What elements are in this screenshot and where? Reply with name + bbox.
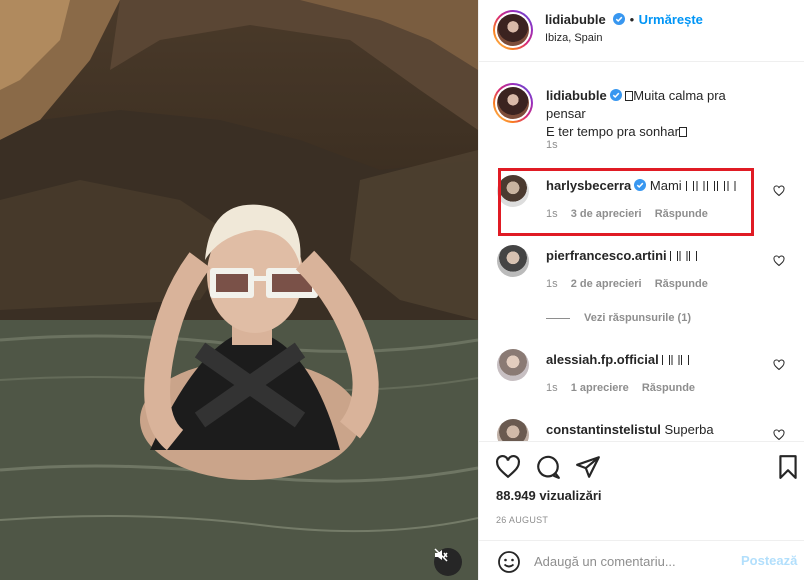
verified-badge-icon — [613, 13, 626, 25]
post-comment-button[interactable]: Postează — [741, 553, 797, 568]
replies-divider — [546, 317, 570, 319]
heart-icon[interactable] — [773, 185, 785, 197]
heart-icon[interactable] — [773, 255, 785, 267]
commenter-username[interactable]: constantinstelistul — [546, 422, 661, 437]
caption-line-2: E ter tempo pra sonhar — [546, 124, 679, 139]
post-details-panel: lidiabuble • Urmărește Ibiza, Spain lidi… — [478, 0, 804, 580]
follow-button[interactable]: Urmărește — [639, 12, 703, 27]
comment-likes[interactable]: 2 de aprecieri — [571, 278, 642, 290]
caption-username[interactable]: lidiabuble — [546, 88, 607, 103]
post-video[interactable] — [0, 0, 478, 580]
muted-speaker-icon — [434, 548, 448, 562]
comment-bar: Postează — [479, 540, 804, 580]
share-icon[interactable] — [575, 454, 601, 480]
emoji-icon[interactable] — [497, 550, 521, 574]
post-header: lidiabuble • Urmărește Ibiza, Spain — [479, 0, 804, 62]
view-replies-label: Vezi răspunsurile (1) — [584, 312, 691, 324]
comment-meta: 1s 1 apreciere Răspunde — [546, 382, 705, 394]
commenter-username[interactable]: alessiah.fp.official — [546, 352, 659, 367]
reply-button[interactable]: Răspunde — [655, 278, 708, 290]
mute-button[interactable] — [434, 548, 462, 576]
reply-button[interactable]: Răspunde — [642, 382, 695, 394]
comment-likes[interactable]: 1 apreciere — [571, 382, 629, 394]
comment-text: alessiah.fp.official — [546, 351, 766, 369]
view-count[interactable]: 88.949 vizualizări — [496, 488, 602, 503]
comments-list[interactable]: lidiabuble Muita calma pra pensar E ter … — [479, 63, 804, 441]
comment-input[interactable] — [534, 550, 734, 572]
view-replies-button[interactable]: Vezi răspunsurile (1) — [546, 312, 691, 324]
bookmark-icon[interactable] — [775, 454, 801, 480]
video-frame — [0, 0, 478, 580]
caption-avatar[interactable] — [493, 83, 533, 123]
heart-icon[interactable] — [773, 359, 785, 371]
author-username[interactable]: lidiabuble — [545, 12, 606, 27]
heart-icon[interactable] — [773, 429, 785, 441]
commenter-avatar[interactable] — [497, 349, 529, 381]
comment-text: constantinstelistul Superba — [546, 421, 766, 439]
commenter-avatar[interactable] — [497, 245, 529, 277]
caption-text: lidiabuble Muita calma pra pensar E ter … — [546, 87, 766, 141]
heart-icon[interactable] — [495, 454, 521, 480]
commenter-username[interactable]: pierfrancesco.artini — [546, 248, 667, 263]
comment-time[interactable]: 1s — [546, 278, 558, 290]
verified-badge-icon — [609, 89, 622, 101]
comment-icon[interactable] — [535, 454, 561, 480]
comment-text: pierfrancesco.artini — [546, 247, 766, 265]
caption-time[interactable]: 1s — [546, 139, 558, 151]
post-date[interactable]: 26 AUGUST — [496, 515, 548, 525]
caption-meta: 1s — [546, 139, 568, 151]
comment-meta: 1s 2 de aprecieri Răspunde — [546, 278, 718, 290]
author-avatar[interactable] — [493, 10, 533, 50]
comment-body: Superba — [664, 422, 714, 437]
post-actions: 88.949 vizualizări 26 AUGUST Postează — [479, 441, 804, 580]
commenter-avatar[interactable] — [497, 419, 529, 441]
post-location[interactable]: Ibiza, Spain — [545, 32, 602, 44]
comment-time[interactable]: 1s — [546, 382, 558, 394]
highlight-box — [498, 168, 754, 236]
